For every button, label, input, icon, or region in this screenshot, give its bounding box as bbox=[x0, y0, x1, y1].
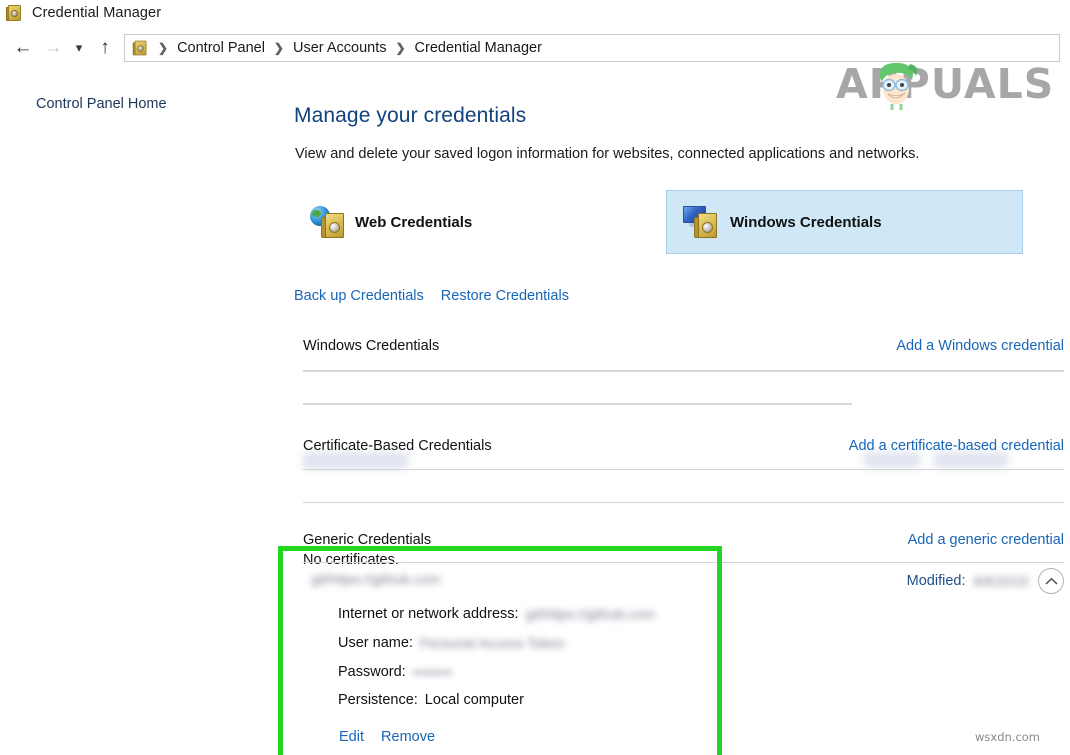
add-windows-credential-link[interactable]: Add a Windows credential bbox=[896, 338, 1064, 354]
page-title: Manage your credentials bbox=[294, 104, 526, 128]
divider bbox=[303, 562, 1064, 563]
detail-value-username: Personal Access Token bbox=[420, 635, 565, 651]
address-bar[interactable]: ❯ Control Panel ❯ User Accounts ❯ Creden… bbox=[124, 34, 1060, 62]
navigation-bar: ← → ▾ ↑ ❯ Control Panel ❯ User Accounts … bbox=[0, 28, 1070, 67]
site-watermark: wsxdn.com bbox=[975, 730, 1040, 744]
section-certificate-credentials-title: Certificate-Based Credentials bbox=[303, 438, 492, 454]
credential-manager-window: Credential Manager ← → ▾ ↑ ❯ Control Pan… bbox=[0, 0, 1070, 755]
detail-label-persistence: Persistence: bbox=[338, 692, 418, 708]
breadcrumb-credential-manager[interactable]: Credential Manager bbox=[413, 40, 544, 56]
window-title: Credential Manager bbox=[32, 5, 161, 21]
modified-value: 8/6/2019 bbox=[974, 573, 1029, 589]
divider bbox=[303, 502, 1064, 503]
section-windows-credentials-title: Windows Credentials bbox=[303, 338, 439, 354]
expanded-credential-name[interactable]: git/https://github.com bbox=[311, 571, 440, 587]
up-arrow-icon[interactable]: ↑ bbox=[90, 33, 120, 63]
title-bar: Credential Manager bbox=[0, 0, 1070, 26]
section-generic-credentials-title: Generic Credentials bbox=[303, 532, 431, 548]
page-subtitle: View and delete your saved logon informa… bbox=[295, 146, 919, 162]
breadcrumb-control-panel[interactable]: Control Panel bbox=[175, 40, 267, 56]
monitor-vault-icon bbox=[683, 205, 721, 239]
section-certificate-credentials: Certificate-Based Credentials Add a cert… bbox=[294, 438, 1064, 468]
add-generic-credential-link[interactable]: Add a generic credential bbox=[908, 532, 1064, 548]
breadcrumb-separator: ❯ bbox=[151, 41, 175, 55]
divider bbox=[303, 469, 1064, 470]
left-navigation-pane: Control Panel Home bbox=[0, 74, 286, 755]
modified-info: Modified: 8/6/2019 bbox=[907, 568, 1064, 594]
breadcrumb-separator: ❯ bbox=[388, 41, 412, 55]
address-vault-icon bbox=[133, 39, 149, 56]
detail-row-username: User name: Personal Access Token bbox=[338, 634, 718, 663]
tab-windows-credentials[interactable]: Windows Credentials bbox=[666, 190, 1023, 254]
detail-label-address: Internet or network address: bbox=[338, 606, 519, 622]
forward-arrow-icon[interactable]: → bbox=[38, 33, 68, 63]
divider bbox=[303, 370, 1064, 372]
section-windows-credentials: Windows Credentials Add a Windows creden… bbox=[294, 338, 1064, 368]
detail-row-password: Password: •••••••• bbox=[338, 663, 718, 692]
modified-label: Modified: bbox=[907, 573, 966, 589]
breadcrumb-separator: ❯ bbox=[267, 41, 291, 55]
detail-label-username: User name: bbox=[338, 635, 413, 651]
tab-windows-credentials-label: Windows Credentials bbox=[730, 214, 882, 231]
tab-web-credentials-label: Web Credentials bbox=[355, 214, 472, 231]
back-arrow-icon[interactable]: ← bbox=[8, 33, 38, 63]
backup-restore-links: Back up Credentials Restore Credentials bbox=[294, 288, 569, 304]
detail-row-persistence: Persistence: Local computer bbox=[338, 692, 718, 721]
section-generic-credentials: Generic Credentials Add a generic creden… bbox=[294, 532, 1064, 562]
detail-value-address: git/https://github.com bbox=[526, 606, 655, 622]
detail-value-password: •••••••• bbox=[413, 664, 452, 680]
back-up-credentials-link[interactable]: Back up Credentials bbox=[294, 288, 424, 304]
divider bbox=[303, 403, 852, 405]
credential-detail-rows: Internet or network address: git/https:/… bbox=[338, 605, 718, 721]
breadcrumb-user-accounts[interactable]: User Accounts bbox=[291, 40, 389, 56]
globe-vault-icon bbox=[310, 205, 346, 239]
detail-row-address: Internet or network address: git/https:/… bbox=[338, 605, 718, 634]
chevron-down-icon[interactable]: ▾ bbox=[68, 33, 90, 63]
tab-web-credentials[interactable]: Web Credentials bbox=[294, 190, 639, 254]
restore-credentials-link[interactable]: Restore Credentials bbox=[441, 288, 569, 304]
credential-type-tiles: Web Credentials Windows Credentials bbox=[294, 190, 1064, 254]
add-certificate-credential-link[interactable]: Add a certificate-based credential bbox=[849, 438, 1064, 454]
credential-actions: Edit Remove bbox=[339, 729, 435, 745]
detail-label-password: Password: bbox=[338, 664, 406, 680]
edit-credential-link[interactable]: Edit bbox=[339, 729, 364, 745]
detail-value-persistence: Local computer bbox=[425, 692, 524, 708]
control-panel-home-link[interactable]: Control Panel Home bbox=[36, 96, 167, 112]
remove-credential-link[interactable]: Remove bbox=[381, 729, 435, 745]
chevron-up-icon[interactable] bbox=[1038, 568, 1064, 594]
vault-icon bbox=[6, 4, 23, 22]
